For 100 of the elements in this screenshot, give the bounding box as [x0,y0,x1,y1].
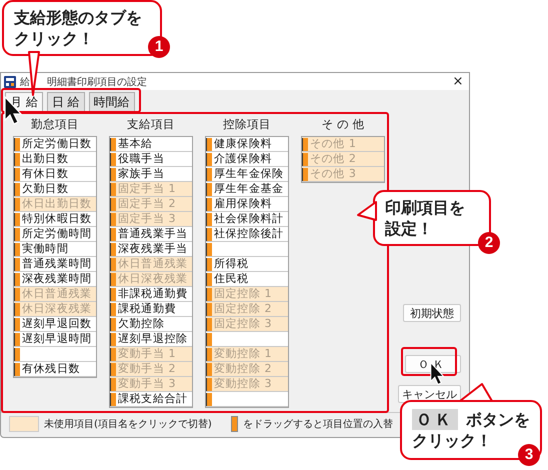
drag-handle-icon[interactable] [110,273,116,286]
item-row[interactable]: 有休日数 [14,167,96,182]
item-row[interactable]: 役職手当 [110,152,192,167]
drag-handle-icon[interactable] [206,363,212,376]
drag-handle-icon[interactable] [110,333,116,346]
mouse-pointer-icon [430,362,446,386]
item-row[interactable]: 普通残業手当 [110,227,192,242]
drag-handle-icon[interactable] [206,243,212,256]
item-row[interactable]: 介護保険料 [206,152,288,167]
app-icon [4,76,16,88]
drag-handle-icon[interactable] [206,318,212,331]
drag-handle-icon[interactable] [206,198,212,211]
drag-handle-icon [230,416,238,432]
item-row[interactable]: 非課税通勤費 [110,287,192,302]
drag-handle-icon[interactable] [110,153,116,166]
drag-handle-icon[interactable] [302,138,308,151]
drag-handle-icon[interactable] [110,228,116,241]
drag-handle-icon[interactable] [110,243,116,256]
drag-handle-icon[interactable] [110,318,116,331]
drag-handle-icon[interactable] [206,138,212,151]
item-row[interactable]: 所定労働時間 [14,227,96,242]
callout-text: クリック！ [412,430,493,451]
drag-handle-icon[interactable] [206,258,212,271]
drag-handle-icon[interactable] [14,348,20,361]
drag-handle-icon[interactable] [14,168,20,181]
drag-handle-icon[interactable] [14,153,20,166]
item-row[interactable]: 遅刻早退回数 [14,317,96,332]
reset-button[interactable]: 初期状態 [403,304,461,322]
column-header: 勤怠項目 [30,116,80,132]
drag-handle-icon[interactable] [110,213,116,226]
window-title: 明細書印刷項目の設定 [47,76,147,88]
drag-handle-icon[interactable] [14,198,20,211]
close-button[interactable]: × [447,73,469,90]
button-label-highlight: ＯＫ [412,409,458,430]
drag-handle-icon[interactable] [14,273,20,286]
item-row[interactable]: 社会保険料計 [206,212,288,227]
drag-handle-icon[interactable] [110,348,116,361]
drag-handle-icon[interactable] [302,153,308,166]
item-row[interactable]: 厚生年金基金 [206,182,288,197]
drag-handle-icon[interactable] [14,213,20,226]
column-header: 支給項目 [126,116,176,132]
tab[interactable]: 日 給 [46,92,85,112]
drag-handle-icon[interactable] [14,333,20,346]
item-row[interactable]: 課税支給合計 [110,392,192,407]
drag-handle-icon[interactable] [206,348,212,361]
drag-handle-icon[interactable] [14,243,20,256]
item-row[interactable]: 社保控除後計 [206,227,288,242]
drag-handle-icon[interactable] [14,288,20,301]
drag-handle-icon[interactable] [110,183,116,196]
drag-handle-icon[interactable] [206,213,212,226]
drag-handle-icon[interactable] [110,288,116,301]
drag-handle-icon[interactable] [206,333,212,346]
drag-handle-icon[interactable] [206,168,212,181]
drag-handle-icon[interactable] [110,138,116,151]
drag-handle-icon[interactable] [206,228,212,241]
item-row[interactable]: 遅刻早退時間 [14,332,96,347]
drag-handle-icon[interactable] [110,303,116,316]
drag-handle-icon[interactable] [110,378,116,391]
legend-text: をドラッグすると項目位置の入替 [242,418,393,431]
callout-text: 印刷項目を [385,197,466,218]
drag-handle-icon[interactable] [14,183,20,196]
drag-handle-icon[interactable] [206,273,212,286]
drag-handle-icon[interactable] [14,363,20,376]
item-row[interactable]: 所得税 [206,257,288,272]
drag-handle-icon[interactable] [14,258,20,271]
drag-handle-icon[interactable] [302,168,308,181]
item-row[interactable]: 普通残業時間 [14,257,96,272]
drag-handle-icon[interactable] [14,228,20,241]
mouse-pointer-icon [4,96,24,126]
step-badge: 2 [478,232,500,254]
item-row[interactable]: 実働時間 [14,242,96,257]
drag-handle-icon[interactable] [206,153,212,166]
item-row[interactable]: 有休残日数 [14,362,96,377]
item-row[interactable]: 所定労働日数 [14,137,96,152]
item-row[interactable]: 基本給 [110,137,192,152]
drag-handle-icon[interactable] [206,393,212,406]
legend-text: 未使用項目(項目名をクリックで切替) [44,418,212,431]
item-row[interactable]: 厚生年金保険 [206,167,288,182]
drag-handle-icon[interactable] [206,378,212,391]
callout-text: クリック！ [14,28,95,49]
drag-handle-icon[interactable] [110,258,116,271]
callout-text: 支給形態のタブを [14,7,143,28]
drag-handle-icon[interactable] [14,138,20,151]
drag-handle-icon[interactable] [110,393,116,406]
item-row[interactable]: 特別休暇日数 [14,212,96,227]
drag-handle-icon[interactable] [206,303,212,316]
item-row[interactable]: 課税通勤費 [110,302,192,317]
item-row[interactable]: 健康保険料 [206,137,288,152]
tab[interactable]: 時間給 [88,92,135,112]
item-row[interactable]: 雇用保険料 [206,197,288,212]
item-row[interactable]: 出勤日数 [14,152,96,167]
drag-handle-icon[interactable] [110,363,116,376]
drag-handle-icon[interactable] [14,318,20,331]
drag-handle-icon[interactable] [206,288,212,301]
item-row[interactable]: 欠勤控除 [110,317,192,332]
drag-handle-icon[interactable] [110,198,116,211]
drag-handle-icon[interactable] [110,168,116,181]
unused-swatch [9,416,39,432]
drag-handle-icon[interactable] [206,183,212,196]
drag-handle-icon[interactable] [14,303,20,316]
